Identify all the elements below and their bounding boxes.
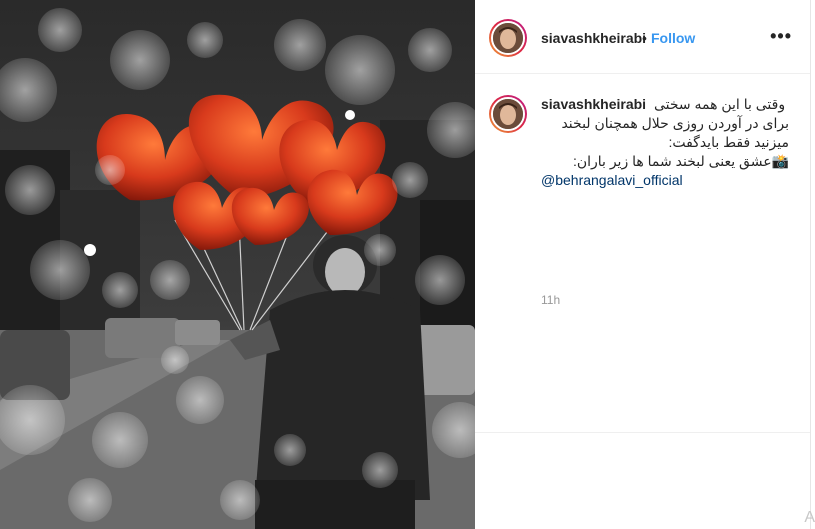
caption-line-4: 📸عشق یعنی لبخند شما ها زیر باران:: [572, 153, 789, 169]
caption-username[interactable]: siavashkheirabi: [541, 96, 646, 112]
more-options-icon[interactable]: •••: [770, 26, 792, 47]
caption-text: siavashkheirabi وقتی با این همه سختی برا…: [541, 95, 789, 190]
post-header: siavashkheirabi • Follow •••: [475, 0, 810, 74]
post-photo-graphic: [0, 0, 475, 529]
caption-first-line: siavashkheirabi وقتی با این همه سختی: [541, 95, 789, 114]
follow-button[interactable]: Follow: [651, 30, 695, 46]
corner-glyph: A: [804, 509, 815, 526]
profile-avatar-icon[interactable]: [489, 19, 527, 57]
caption-avatar-icon[interactable]: [489, 95, 527, 133]
divider: [475, 432, 810, 433]
post-image[interactable]: [0, 0, 475, 529]
post-side-panel: siavashkheirabi • Follow ••• siavashkhei…: [475, 0, 811, 529]
caption-line-1: وقتی با این همه سختی: [653, 96, 786, 112]
mention-link[interactable]: @behrangalavi_official: [541, 171, 789, 190]
post-timestamp[interactable]: 11h: [541, 293, 560, 307]
separator-dot: •: [642, 30, 647, 46]
post-author-username[interactable]: siavashkheirabi: [541, 30, 646, 46]
caption-line-3: میزنید فقط بایدگفت:: [668, 134, 789, 150]
caption-line-2: برای در آوردن روزی حلال همچنان لبخند: [561, 115, 789, 131]
